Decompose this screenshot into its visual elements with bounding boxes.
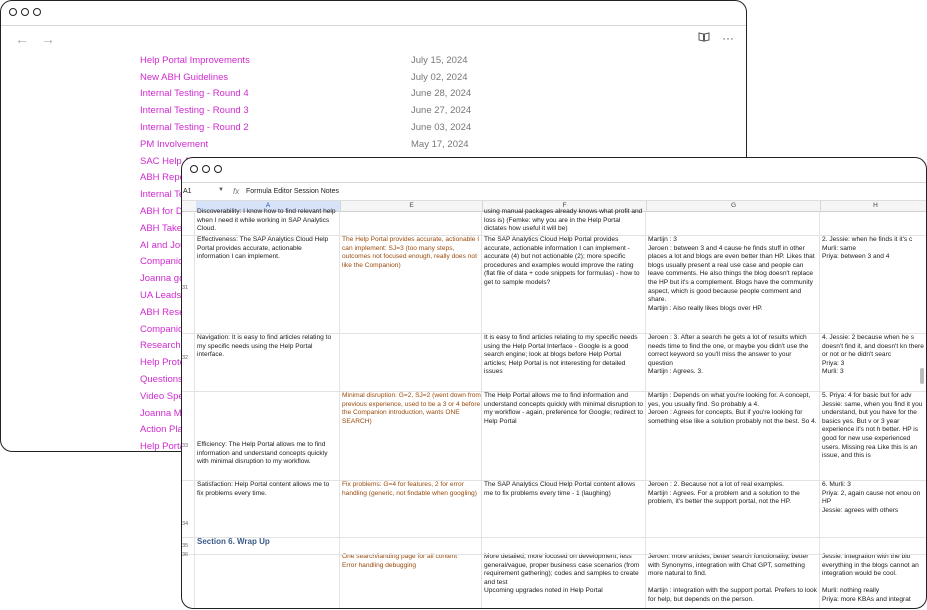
- sheet-grid: Discoverability: I know how to find rele…: [182, 208, 926, 608]
- cell-f-row1[interactable]: using manual packages already knows what…: [483, 208, 645, 236]
- column-divider: [339, 211, 340, 608]
- window-titlebar: [1, 1, 746, 26]
- cell-e-row6[interactable]: One search/landing page for all content …: [341, 553, 482, 608]
- chevron-down-icon[interactable]: ▼: [218, 187, 224, 193]
- minimize-window-button[interactable]: [202, 165, 210, 173]
- book-icon[interactable]: [698, 31, 710, 45]
- document-title-link[interactable]: Internal Testing - Round 3: [140, 105, 411, 116]
- cell-f-row4[interactable]: The Help Portal allows me to find inform…: [483, 392, 645, 481]
- column-divider: [481, 211, 482, 608]
- cell-g-row1[interactable]: [647, 208, 819, 236]
- cell-h-row1[interactable]: [821, 208, 926, 236]
- minimize-window-button[interactable]: [21, 8, 29, 16]
- cell-h-row2[interactable]: 2. Jessie: when he finds it it's c Murli…: [821, 236, 926, 334]
- row-divider: [182, 554, 926, 555]
- formula-value[interactable]: Formula Editor Session Notes: [246, 188, 339, 195]
- document-title-link[interactable]: Internal Testing - Round 4: [140, 88, 411, 99]
- cell-e-row5[interactable]: Fix problems: G=4 for features, 2 for er…: [341, 481, 482, 538]
- document-list-item[interactable]: Internal Testing - Round 2 June 03, 2024: [140, 119, 471, 136]
- more-options-icon[interactable]: ···: [722, 31, 734, 45]
- document-date: June 03, 2024: [411, 122, 472, 134]
- document-date: July 02, 2024: [411, 71, 468, 83]
- spreadsheet-window: A1 ▼ fx Formula Editor Session Notes AEF…: [181, 157, 927, 609]
- cell-f-row5[interactable]: The SAP Analytics Cloud Help Portal cont…: [483, 481, 645, 538]
- cell-e-row3[interactable]: [341, 334, 482, 392]
- zoom-window-button[interactable]: [214, 165, 222, 173]
- cell-g-row6[interactable]: Jeroen: more articles, better search fun…: [647, 553, 819, 608]
- cell-a-row6[interactable]: Section 6. Wrap Up: [196, 538, 337, 550]
- vertical-scrollbar[interactable]: [920, 368, 924, 384]
- document-date: July 15, 2024: [411, 54, 468, 66]
- cell-h-row5[interactable]: 6. Murli: 3 Priya: 2, again cause not en…: [821, 481, 926, 538]
- cell-f-row2[interactable]: The SAP Analytics Cloud Help Portal prov…: [483, 236, 645, 334]
- cell-e-row1[interactable]: [341, 208, 482, 236]
- document-title-link[interactable]: Help Portal Improvements: [140, 55, 411, 66]
- cell-a-row5[interactable]: Satisfaction: Help Portal content allows…: [196, 481, 337, 538]
- cell-h-row4[interactable]: 5. Priya: 4 for basic but for adv Jessie…: [821, 392, 926, 481]
- back-arrow-icon[interactable]: ←: [15, 31, 29, 47]
- function-icon[interactable]: fx: [233, 187, 239, 196]
- cell-a-row3[interactable]: Navigation: It is easy to find articles …: [196, 334, 337, 392]
- cell-h-row6[interactable]: Jessie: integration with the blo everyth…: [821, 553, 926, 608]
- formula-bar: A1 ▼ fx Formula Editor Session Notes: [182, 183, 926, 201]
- document-date: June 27, 2024: [411, 105, 472, 117]
- zoom-window-button[interactable]: [33, 8, 41, 16]
- cell-a-row2[interactable]: Effectiveness: The SAP Analytics Cloud H…: [196, 236, 337, 334]
- cell-g-row3[interactable]: Jeroen : 3. After a search he gets a lot…: [647, 334, 819, 392]
- document-title-link[interactable]: PM Involvement: [140, 139, 411, 150]
- document-title-link[interactable]: Internal Testing - Round 2: [140, 122, 411, 133]
- document-date: May 17, 2024: [411, 138, 469, 150]
- cell-a-row4[interactable]: Efficiency: The Help Portal allows me to…: [196, 441, 337, 481]
- cell-a-row1[interactable]: Discoverability: I know how to find rele…: [196, 208, 337, 236]
- cell-g-row4[interactable]: Martijn : Depends on what you're looking…: [647, 392, 819, 481]
- document-list-item[interactable]: New ABH Guidelines July 02, 2024: [140, 69, 471, 86]
- document-list-item[interactable]: Internal Testing - Round 4 June 28, 2024: [140, 86, 471, 103]
- cell-g-row2[interactable]: Martijn : 3 Jeroen : between 3 and 4 cau…: [647, 236, 819, 334]
- cell-f-row3[interactable]: It is easy to find articles relating to …: [483, 334, 645, 392]
- column-divider: [194, 211, 195, 608]
- document-date: June 28, 2024: [411, 88, 472, 100]
- forward-arrow-icon[interactable]: →: [41, 31, 55, 47]
- document-title-link[interactable]: New ABH Guidelines: [140, 72, 411, 83]
- cell-e-row2[interactable]: The Help Portal provides accurate, actio…: [341, 236, 482, 334]
- close-window-button[interactable]: [9, 8, 17, 16]
- document-list-item[interactable]: PM Involvement May 17, 2024: [140, 136, 471, 153]
- cell-f-row6[interactable]: More detailed, more focused on developme…: [483, 553, 645, 608]
- cell-reference[interactable]: A1: [183, 188, 192, 195]
- close-window-button[interactable]: [190, 165, 198, 173]
- window-titlebar: [182, 158, 926, 183]
- cell-h-row3[interactable]: 4. Jessie: 2 because when he s doesn't f…: [821, 334, 926, 392]
- cell-g-row5[interactable]: Jeroen : 2. Because not a lot of real ex…: [647, 481, 819, 538]
- document-list-item[interactable]: Internal Testing - Round 3 June 27, 2024: [140, 102, 471, 119]
- cell-e-row4[interactable]: Minimal disruption: G=2, SJ=2 (went down…: [341, 392, 482, 481]
- document-list-item[interactable]: Help Portal Improvements July 15, 2024: [140, 52, 471, 69]
- column-divider: [819, 211, 820, 608]
- column-divider: [645, 211, 646, 608]
